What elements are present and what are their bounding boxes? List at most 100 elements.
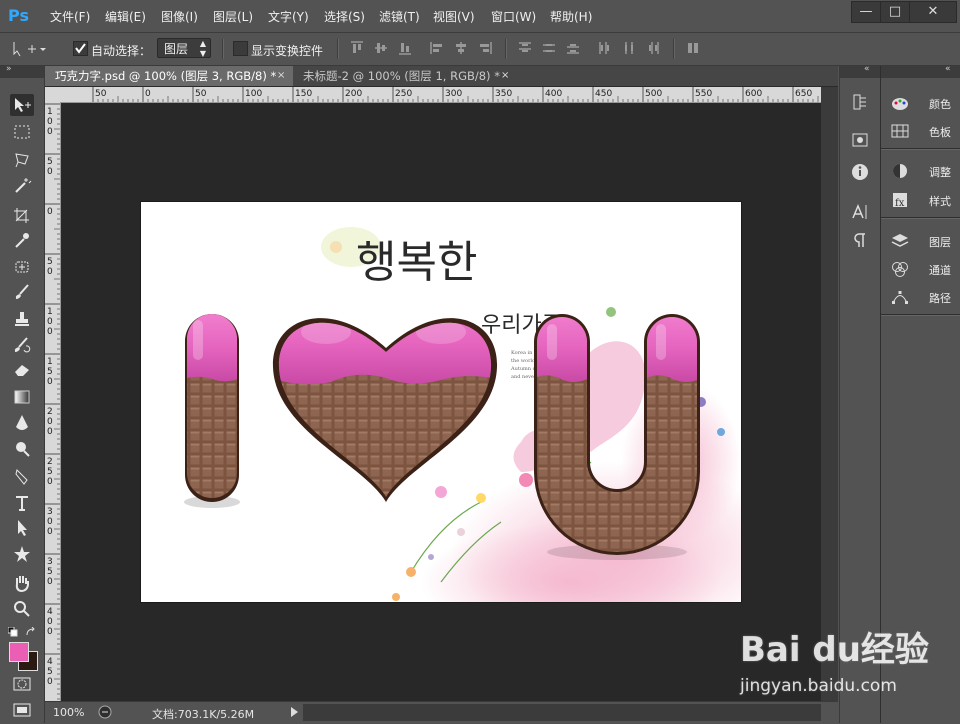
tab-close-icon[interactable]: × xyxy=(277,66,285,86)
history-panel-icon[interactable] xyxy=(850,92,870,112)
panel-divider xyxy=(881,314,960,316)
distribute-top-icon[interactable] xyxy=(518,41,532,55)
ruler-label: 0 xyxy=(47,127,53,137)
ruler-label: 0 xyxy=(47,377,53,387)
ruler-label: 50 xyxy=(95,89,107,99)
foreground-color-swatch[interactable] xyxy=(9,642,29,662)
eyedropper-tool-icon[interactable] xyxy=(10,229,34,251)
history-brush-tool-icon[interactable] xyxy=(10,334,34,356)
auto-align-icon[interactable] xyxy=(686,41,700,55)
auto-select-checkbox[interactable] xyxy=(73,41,88,56)
dodge-tool-icon[interactable] xyxy=(10,438,34,460)
align-left-icon[interactable] xyxy=(430,41,444,55)
crop-tool-icon[interactable] xyxy=(10,204,34,226)
marquee-tool-icon[interactable] xyxy=(10,121,34,143)
ruler-label: 0 xyxy=(47,477,53,487)
auto-select-mode-dropdown[interactable]: 图层 ▲ ▼ xyxy=(157,38,211,58)
menu-file[interactable]: 文件(F) xyxy=(50,8,90,25)
status-bar: 100% 文档:703.1K/5.26M xyxy=(45,701,838,724)
menu-type[interactable]: 文字(Y) xyxy=(268,8,309,25)
menu-view[interactable]: 视图(V) xyxy=(433,8,475,25)
healing-brush-tool-icon[interactable] xyxy=(10,256,34,278)
close-button[interactable]: ✕ xyxy=(909,1,957,23)
horizontal-ruler[interactable]: 50 0 50 100 150 200 250 300 350 400 450 500 550 600 65… xyxy=(45,87,821,103)
align-bottom-icon[interactable] xyxy=(398,41,412,55)
show-transform-checkbox[interactable] xyxy=(233,41,248,56)
minimize-button[interactable]: — xyxy=(851,1,881,23)
brush-tool-icon[interactable] xyxy=(10,281,34,303)
distribute-right-icon[interactable] xyxy=(646,41,660,55)
zoom-tool-icon[interactable] xyxy=(10,598,34,620)
character-panel-icon[interactable] xyxy=(850,202,870,222)
ruler-label: 5 xyxy=(47,567,53,577)
collapse-icon[interactable]: « xyxy=(864,64,870,74)
vertical-ruler[interactable]: 10050050100150200250300350400450500 xyxy=(45,102,61,701)
default-colors-icon[interactable] xyxy=(7,626,18,637)
maximize-button[interactable]: □ xyxy=(880,1,910,23)
menu-filter[interactable]: 滤镜(T) xyxy=(379,8,420,25)
distribute-left-icon[interactable] xyxy=(598,41,612,55)
menu-select[interactable]: 选择(S) xyxy=(324,8,365,25)
gradient-tool-icon[interactable] xyxy=(10,386,34,408)
collapse-icon[interactable]: « xyxy=(945,64,951,74)
status-menu-arrow-icon[interactable] xyxy=(289,706,299,718)
move-tool-icon[interactable] xyxy=(10,94,34,116)
menu-help[interactable]: 帮助(H) xyxy=(550,8,592,25)
panel-styles[interactable]: fx 样式 xyxy=(891,190,957,210)
panel-paths[interactable]: 路径 xyxy=(891,287,957,307)
distribute-bottom-icon[interactable] xyxy=(566,41,580,55)
ruler-label: 500 xyxy=(645,89,662,99)
zoom-level[interactable]: 100% xyxy=(53,706,84,719)
swap-colors-icon[interactable] xyxy=(26,626,36,636)
paragraph-panel-icon[interactable] xyxy=(850,230,870,250)
magic-wand-tool-icon[interactable] xyxy=(10,175,34,197)
document-canvas[interactable]: 행복한 우리가족 Korea in February. the world. A… xyxy=(141,202,741,602)
ruler-label: 5 xyxy=(47,157,53,167)
properties-panel-icon[interactable] xyxy=(850,130,870,150)
ruler-label: 0 xyxy=(47,207,53,217)
panel-channels[interactable]: 通道 xyxy=(891,259,957,279)
path-selection-tool-icon[interactable] xyxy=(10,517,34,539)
panel-divider xyxy=(881,148,960,150)
panel-layers[interactable]: 图层 xyxy=(891,231,957,251)
dropdown-arrows-icon: ▲ ▼ xyxy=(199,39,206,58)
tab-untitled-2[interactable]: 未标题-2 @ 100% (图层 1, RGB/8) * × xyxy=(293,66,523,86)
custom-shape-tool-icon[interactable] xyxy=(10,543,34,565)
info-panel-icon[interactable] xyxy=(850,162,870,182)
align-top-icon[interactable] xyxy=(350,41,364,55)
menu-image[interactable]: 图像(I) xyxy=(161,8,198,25)
menu-window[interactable]: 窗口(W) xyxy=(491,8,536,25)
quick-mask-icon[interactable] xyxy=(12,676,32,692)
panel-swatches[interactable]: 色板 xyxy=(891,121,957,141)
chocolate-heart xyxy=(272,318,498,502)
panel-adjustments[interactable]: 调整 xyxy=(891,161,957,181)
panel-color[interactable]: 颜色 xyxy=(891,93,957,113)
pen-tool-icon[interactable] xyxy=(10,466,34,488)
collapse-icon[interactable]: » xyxy=(6,64,12,74)
tab-close-icon[interactable]: × xyxy=(501,66,509,86)
blur-tool-icon[interactable] xyxy=(10,412,34,434)
ruler-label: 5 xyxy=(47,467,53,477)
align-vcenter-icon[interactable] xyxy=(374,41,388,55)
distribute-hcenter-icon[interactable] xyxy=(622,41,636,55)
screen-mode-icon[interactable] xyxy=(12,702,32,718)
menu-layer[interactable]: 图层(L) xyxy=(213,8,253,25)
eraser-tool-icon[interactable] xyxy=(10,358,34,380)
ruler-label: 0 xyxy=(47,317,53,327)
status-info-icon[interactable] xyxy=(98,705,112,719)
align-hcenter-icon[interactable] xyxy=(454,41,468,55)
vertical-scrollbar[interactable] xyxy=(821,87,838,701)
panel-label: 路径 xyxy=(929,292,951,305)
distribute-vcenter-icon[interactable] xyxy=(542,41,556,55)
tab-chocolate-psd[interactable]: 巧克力字.psd @ 100% (图层 3, RGB/8) * × xyxy=(45,66,293,86)
hand-tool-icon[interactable] xyxy=(10,572,34,594)
clone-stamp-tool-icon[interactable] xyxy=(10,308,34,330)
type-tool-icon[interactable] xyxy=(10,492,34,514)
menu-edit[interactable]: 编辑(E) xyxy=(105,8,146,25)
align-right-icon[interactable] xyxy=(478,41,492,55)
options-grip-icon xyxy=(8,40,48,58)
ruler-label: 150 xyxy=(295,89,312,99)
lasso-tool-icon[interactable] xyxy=(10,148,34,170)
horizontal-scrollbar[interactable] xyxy=(303,704,821,721)
panel-label: 色板 xyxy=(929,126,951,139)
